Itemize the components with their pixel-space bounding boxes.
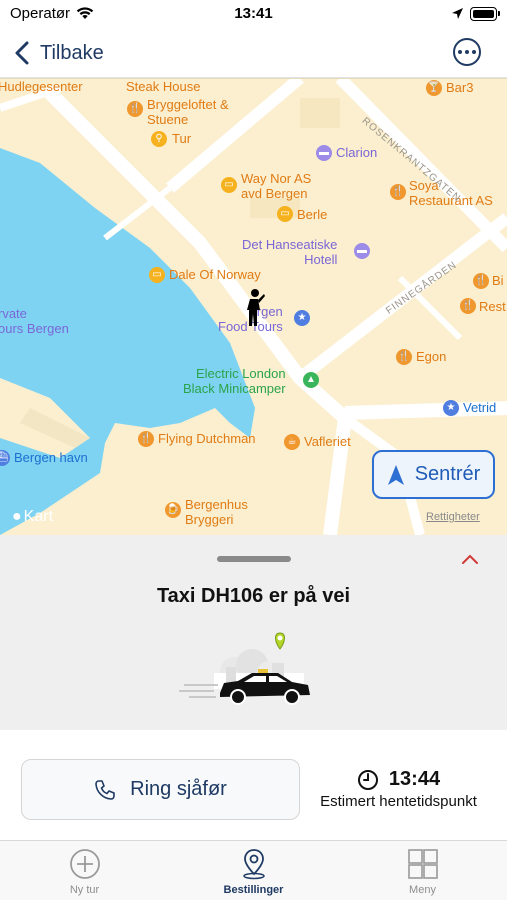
hotel-icon: ▬ bbox=[354, 243, 370, 259]
restaurant-icon: 🍴 bbox=[138, 431, 154, 447]
phone-icon bbox=[95, 779, 115, 800]
poi-bi[interactable]: Bi bbox=[492, 273, 504, 288]
trip-status-title: Taxi DH106 er på vei bbox=[156, 585, 351, 607]
taxi-illustration bbox=[179, 632, 310, 705]
grid-icon bbox=[407, 849, 438, 879]
poi-tur[interactable]: Tur bbox=[172, 131, 191, 146]
hotel-icon: ▬ bbox=[316, 145, 332, 161]
call-driver-label: Ring sjåfør bbox=[130, 778, 227, 800]
harbour-water bbox=[0, 148, 255, 535]
poi-bryggeloftet[interactable]: Bryggeloftet & Stuene bbox=[147, 97, 229, 127]
dot bbox=[472, 50, 476, 54]
poi-steak-house[interactable]: Steak House bbox=[126, 79, 200, 94]
centre-label: Sentrér bbox=[414, 463, 481, 485]
clock: 13:41 bbox=[234, 5, 273, 22]
poi-hanseatiske[interactable]: Det Hanseatiske Hotell bbox=[242, 237, 337, 267]
status-bar: Operatør 13:41 bbox=[0, 0, 507, 30]
tour-icon: ⚲ bbox=[151, 131, 167, 147]
poi-flying-dutchman[interactable]: Flying Dutchman bbox=[158, 431, 256, 446]
star-icon: ★ bbox=[294, 310, 310, 326]
shop-icon: ▭ bbox=[149, 267, 165, 283]
eta-label: Estimert hentetidspunkt bbox=[320, 793, 477, 810]
sheet-grabber[interactable] bbox=[217, 556, 291, 562]
apple-logo-icon: ● bbox=[12, 508, 22, 525]
poi-bergenhus[interactable]: Bergenhus Bryggeri bbox=[185, 497, 248, 527]
tab-new-trip[interactable]: Ny tur bbox=[0, 841, 169, 900]
location-arrow-icon bbox=[452, 8, 463, 19]
restaurant-icon: 🍴 bbox=[460, 298, 476, 314]
navigation-arrow-icon bbox=[387, 464, 404, 485]
poi-private-tours[interactable]: rvate ours Bergen bbox=[0, 306, 69, 336]
legal-link[interactable]: Rettigheter bbox=[426, 511, 480, 523]
tab-bar: Ny tur Bestillinger Meny bbox=[0, 840, 507, 900]
location-pin-icon bbox=[242, 849, 265, 880]
poi-egon[interactable]: Egon bbox=[416, 349, 446, 364]
battery-icon bbox=[470, 7, 500, 21]
poi-vetrid[interactable]: Vetrid bbox=[463, 400, 496, 415]
poi-dale-of-norway[interactable]: Dale Of Norway bbox=[169, 267, 261, 282]
building-block bbox=[300, 98, 340, 128]
cafe-icon: ☕ bbox=[284, 434, 300, 450]
poi-vafleriet[interactable]: Vafleriet bbox=[304, 434, 351, 449]
restaurant-icon: 🍴 bbox=[396, 349, 412, 365]
restaurant-icon: 🍴 bbox=[390, 184, 406, 200]
back-button[interactable]: Tilbake bbox=[12, 38, 104, 68]
attraction-icon: ▲ bbox=[303, 372, 319, 388]
tab-menu[interactable]: Meny bbox=[338, 841, 507, 900]
trip-status-sheet: Taxi DH106 er på vei bbox=[0, 535, 507, 730]
maps-brand: Kart bbox=[23, 508, 54, 525]
plus-circle-icon bbox=[69, 849, 100, 879]
tab-label: Meny bbox=[409, 884, 436, 896]
star-icon: ★ bbox=[443, 400, 459, 416]
pickup-eta: 13:44 Estimert hentetidspunkt bbox=[306, 768, 491, 810]
more-options-button[interactable] bbox=[453, 38, 481, 66]
restaurant-icon: 🍴 bbox=[473, 273, 489, 289]
poi-clarion[interactable]: Clarion bbox=[336, 145, 377, 160]
eta-time: 13:44 bbox=[388, 768, 441, 790]
restaurant-icon: 🍴 bbox=[127, 101, 143, 117]
map-view[interactable]: Hudlegesenter Steak House 🍸 Bar3 🍴 Brygg… bbox=[0, 78, 507, 535]
back-label: Tilbake bbox=[40, 41, 104, 64]
poi-bar3[interactable]: Bar3 bbox=[446, 80, 473, 95]
chevron-left-icon bbox=[15, 41, 29, 65]
poi-bergen-havn[interactable]: Bergen havn bbox=[14, 450, 88, 465]
poi-way-nor[interactable]: Way Nor AS avd Bergen bbox=[241, 171, 311, 201]
chevron-up-icon[interactable] bbox=[461, 553, 479, 565]
trip-actions: Ring sjåfør 13:44 Estimert hentetidspunk… bbox=[0, 730, 507, 840]
bar-icon: 🍸 bbox=[426, 80, 442, 96]
apple-maps-logo: ● Kart bbox=[12, 508, 53, 526]
dot bbox=[458, 50, 462, 54]
tab-label: Bestillinger bbox=[223, 884, 284, 896]
poi-hudlegesenter[interactable]: Hudlegesenter bbox=[0, 79, 83, 94]
shop-icon: ▭ bbox=[221, 177, 237, 193]
brewery-icon: 🍺 bbox=[165, 502, 181, 518]
tab-bookings[interactable]: Bestillinger bbox=[169, 841, 338, 900]
clock-icon bbox=[357, 769, 378, 790]
poi-berle[interactable]: Berle bbox=[297, 207, 327, 222]
tab-label: Ny tur bbox=[69, 884, 100, 896]
poi-rest[interactable]: Rest bbox=[479, 299, 506, 314]
dot bbox=[465, 50, 469, 54]
passenger-location-icon bbox=[247, 289, 265, 326]
navigation-bar: Tilbake bbox=[0, 30, 507, 78]
call-driver-button[interactable]: Ring sjåfør bbox=[21, 759, 300, 820]
centre-map-button[interactable]: Sentrér bbox=[372, 450, 495, 499]
shop-icon: ▭ bbox=[277, 206, 293, 222]
poi-electric-london[interactable]: Electric London Black Minicamper bbox=[183, 366, 286, 396]
